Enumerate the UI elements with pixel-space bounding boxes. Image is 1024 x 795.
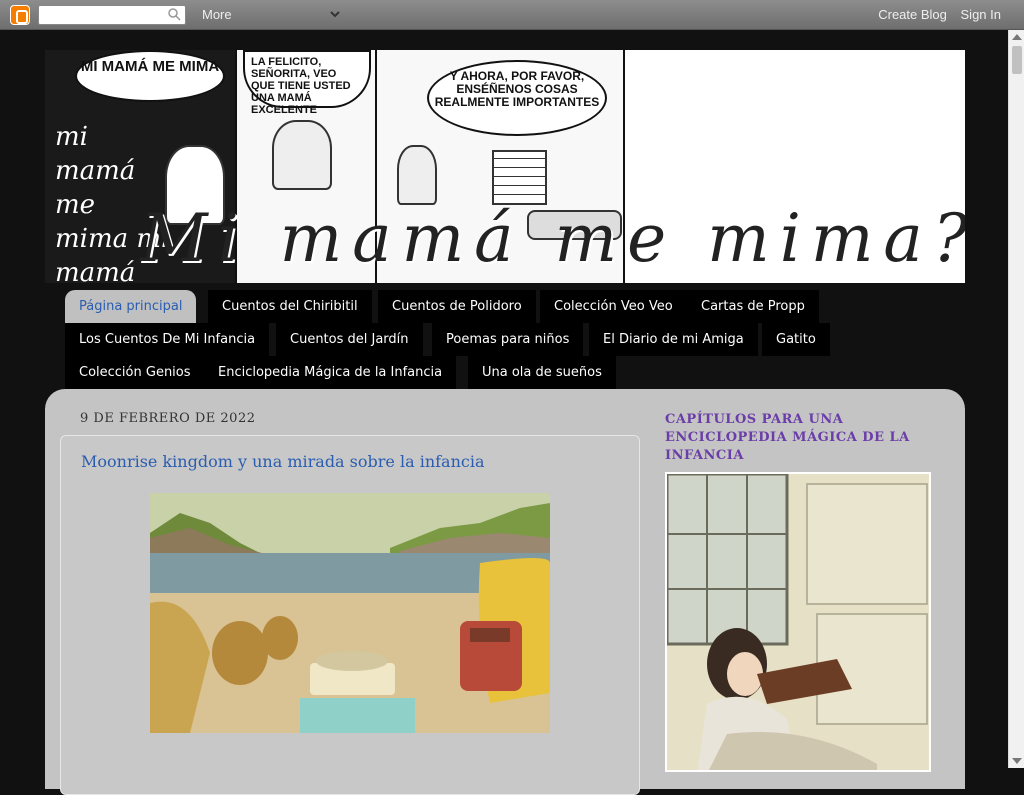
tab-poemas-ninos[interactable]: Poemas para niños [432,323,584,356]
tab-ola-suenos[interactable]: Una ola de sueños [468,356,616,389]
speech-bubble: LA FELICITO, SEÑORITA, VEO QUE TIENE UST… [243,50,371,116]
page-scrollbar[interactable] [1008,30,1024,768]
tab-coleccion-veo-veo[interactable]: Colección Veo Veo [540,290,687,323]
scroll-up-icon[interactable] [1012,34,1022,40]
speech-bubble: MI MAMÁ ME MIMA [75,50,225,102]
blogger-navbar: More Create Blog Sign In [0,0,1024,30]
reading-girl-illustration [667,474,929,770]
speech-bubble: Y AHORA, POR FAVOR, ENSÉÑENOS COSAS REAL… [427,60,607,136]
sign-in-link[interactable]: Sign In [961,7,1001,22]
map-board [492,150,547,205]
post-title-link[interactable]: Moonrise kingdom y una mirada sobre la i… [81,452,485,471]
tab-cartas-propp[interactable]: Cartas de Propp [687,290,819,323]
tab-coleccion-genios[interactable]: Colección Genios [65,356,205,389]
sidebar-widget-title: CAPÍTULOS PARA UNA ENCICLOPEDIA MÁGICA D… [665,412,910,463]
navbar-right: Create Blog Sign In [868,7,1001,22]
blog-post: Moonrise kingdom y una mirada sobre la i… [60,435,640,795]
post-date: 9 DE FEBRERO DE 2022 [80,411,256,426]
main-content: 9 DE FEBRERO DE 2022 Moonrise kingdom y … [45,389,965,795]
tab-enciclopedia-magica[interactable]: Enciclopedia Mágica de la Infancia [204,356,457,389]
blog-title: Mi mamá me mima? [140,200,965,277]
tab-cuentos-chiribitil[interactable]: Cuentos del Chiribitil [208,290,372,323]
tab-cuentos-polidoro[interactable]: Cuentos de Polidoro [378,290,536,323]
beach-scene-illustration [150,493,550,733]
tab-diario-amiga[interactable]: El Diario de mi Amiga [589,323,758,356]
scroll-thumb[interactable] [1012,46,1022,74]
tab-pagina-principal[interactable]: Página principal [65,290,197,323]
search-icon[interactable] [168,8,181,21]
blogger-logo-icon[interactable] [10,5,30,25]
chevron-down-icon[interactable] [328,7,342,21]
create-blog-link[interactable]: Create Blog [878,7,947,22]
sidebar-image[interactable] [665,472,931,772]
scroll-down-icon[interactable] [1012,758,1022,764]
post-image[interactable] [150,493,550,733]
teacher-figure [272,120,332,190]
tab-gatito[interactable]: Gatito [762,323,830,356]
more-menu[interactable]: More [202,7,232,22]
teacher-figure [397,145,437,205]
tab-cuentos-infancia[interactable]: Los Cuentos De Mi Infancia [65,323,270,356]
header-banner[interactable]: MI MAMÁ ME MIMA mi mamá me mima mi mamá … [45,50,965,283]
tab-cuentos-jardin[interactable]: Cuentos del Jardín [276,323,423,356]
search-input[interactable] [38,5,186,25]
